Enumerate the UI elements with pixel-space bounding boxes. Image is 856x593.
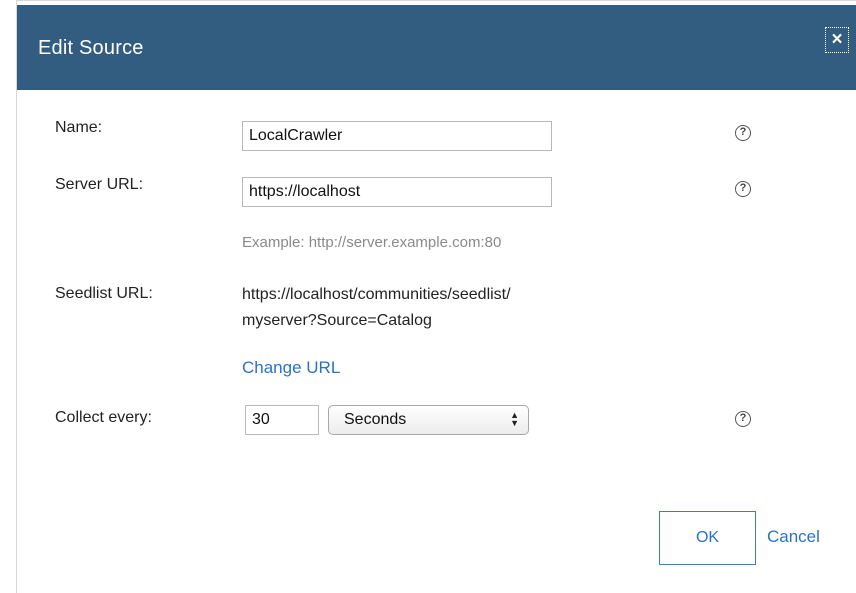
- name-help-icon[interactable]: ?: [735, 125, 751, 141]
- cancel-button[interactable]: Cancel: [767, 527, 820, 547]
- seedlist-url-label: Seedlist URL:: [55, 285, 153, 302]
- close-button[interactable]: ×: [825, 27, 849, 53]
- collect-every-help-icon[interactable]: ?: [735, 411, 751, 427]
- change-url-link[interactable]: Change URL: [242, 358, 340, 378]
- server-url-help-icon[interactable]: ?: [735, 181, 751, 197]
- seedlist-url-line-1: https://localhost/communities/seedlist/: [242, 286, 511, 303]
- name-label: Name:: [55, 119, 103, 136]
- seedlist-url-line-2: myserver?Source=Catalog: [242, 312, 432, 329]
- server-url-input[interactable]: [242, 177, 552, 207]
- name-input[interactable]: [242, 121, 552, 151]
- dialog-header: Edit Source ×: [17, 5, 856, 90]
- collect-unit-selected: Seconds: [344, 411, 407, 428]
- seedlist-url-value: https://localhost/communities/seedlist/ …: [242, 282, 642, 334]
- select-arrows-icon: ▲ ▼: [510, 410, 519, 428]
- dialog-title: Edit Source: [38, 37, 144, 59]
- server-url-label: Server URL:: [55, 176, 144, 193]
- collect-unit-select[interactable]: Seconds ▲ ▼: [328, 405, 529, 435]
- server-url-hint: Example: http://server.example.com:80: [242, 234, 502, 251]
- collect-every-input[interactable]: [245, 405, 319, 435]
- collect-every-label: Collect every:: [55, 409, 152, 426]
- edit-source-dialog: Edit Source × Name: ? Server URL: ? Exam…: [16, 0, 856, 593]
- ok-button[interactable]: OK: [659, 511, 756, 565]
